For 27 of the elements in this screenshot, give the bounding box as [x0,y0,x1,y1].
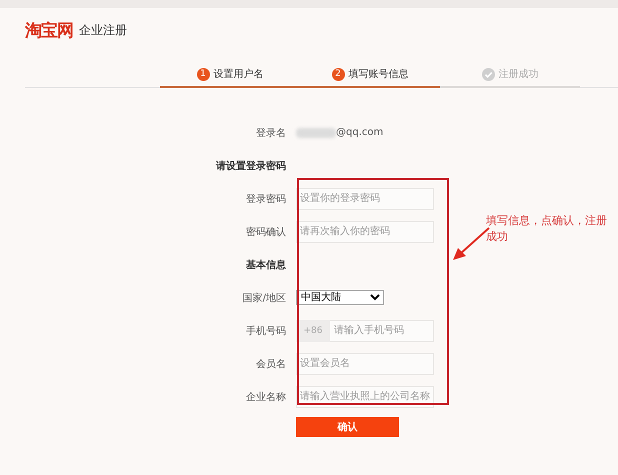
section-heading: 请设置登录密码 [214,160,287,172]
phone-field[interactable]: 请输入手机号码 [330,320,434,342]
field-label: 国家/地区 [242,292,287,304]
step-label: 注册成功 [498,68,538,81]
country-select[interactable]: 中国大陆 [296,290,384,305]
field-label: 密码确认 [245,226,287,238]
account-name: @qq.com [336,127,384,138]
annotation-text: 填写信息，点确认，注册成功 [486,213,608,245]
field-label: 会员名 [255,358,287,370]
confirm-button[interactable]: 确认 [296,417,399,437]
input-field[interactable]: 请再次输入你的密码 [296,220,434,242]
field-label: 企业名称 [245,390,287,404]
step-label: 填写账号信息 [348,68,408,81]
field-label: 手机号码 [245,324,287,338]
step-number: 1 [196,68,210,80]
field-label: 登录密码 [245,192,287,206]
input-field[interactable]: 设置你的登录密码 [296,188,434,210]
country-code-prefix: +86 [296,320,330,342]
field-label: 登录名 [255,126,287,140]
step-number: 2 [332,68,344,80]
section-heading: 基本信息 [245,258,287,272]
logo: 淘宝网 [25,20,73,42]
input-field[interactable]: 请输入营业执照上的公司名称 [296,386,434,408]
input-field[interactable]: 设置会员名 [296,352,434,374]
check-icon [482,68,494,80]
step-label: 设置用户名 [214,68,264,81]
page-title: 企业注册 [79,22,127,38]
